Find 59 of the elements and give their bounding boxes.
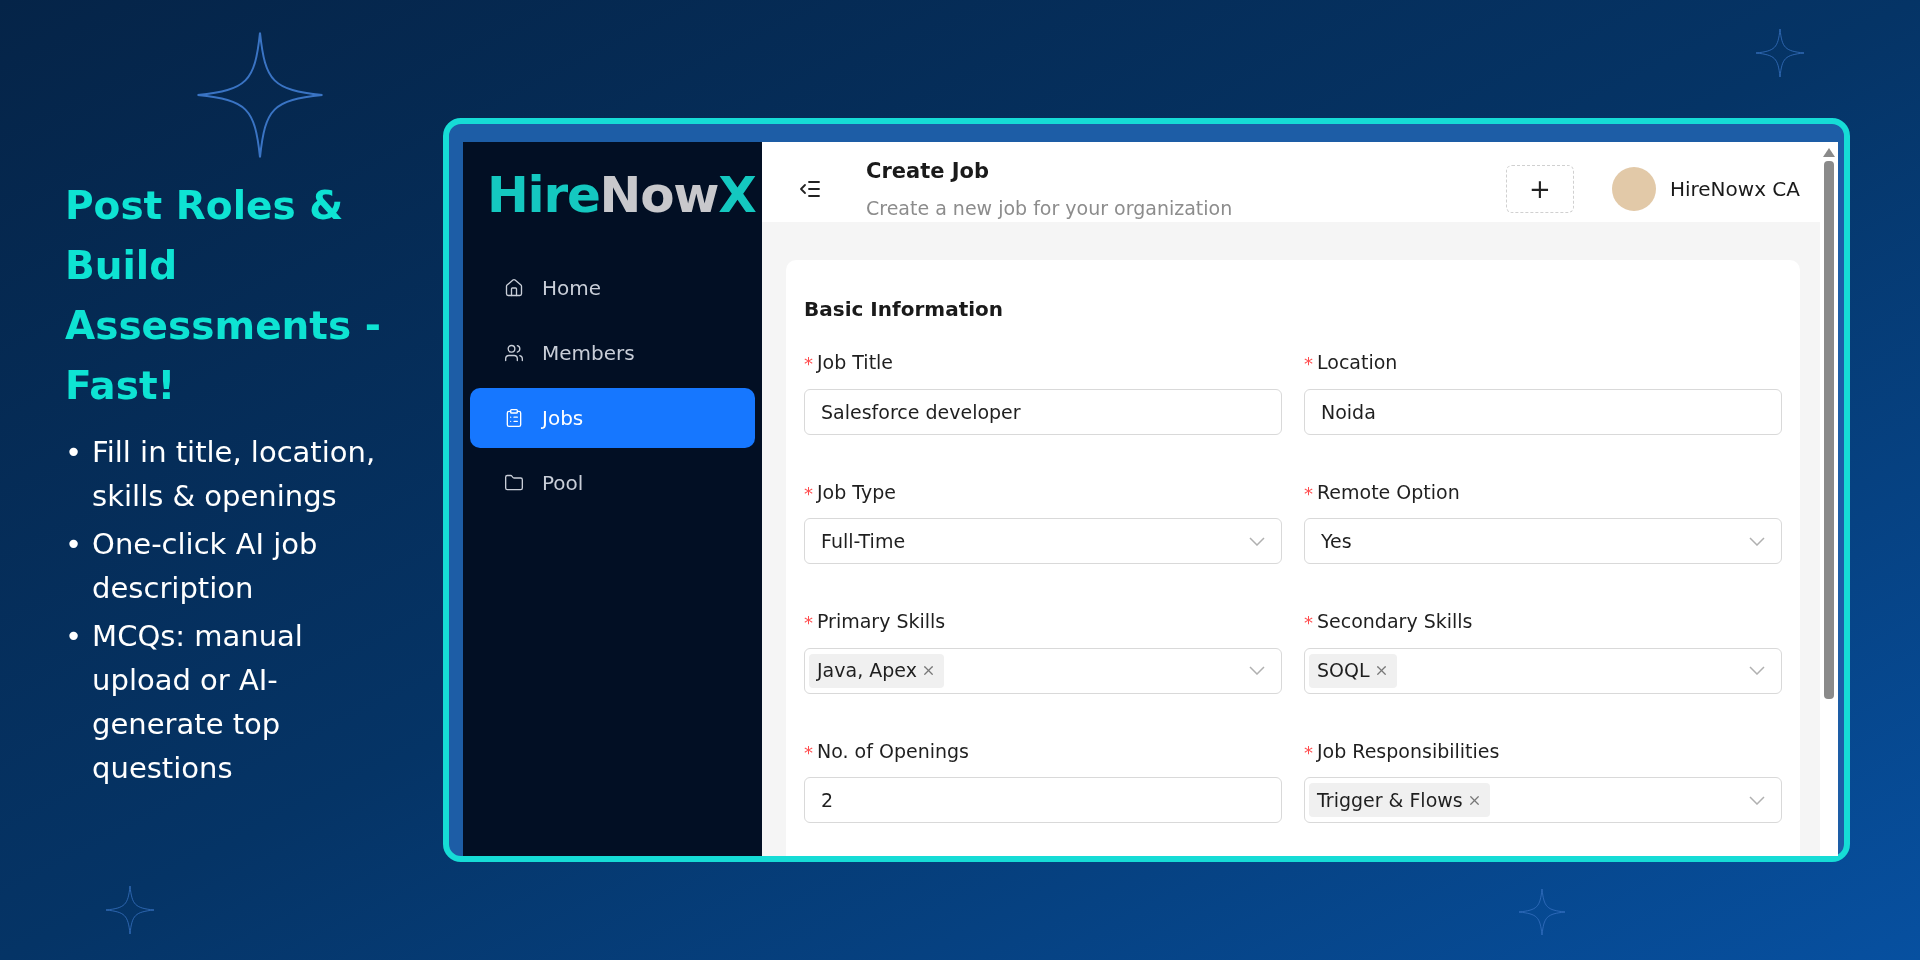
- chevron-down-icon: [1249, 536, 1265, 546]
- bullet-text: One-click AI job description: [92, 526, 319, 607]
- multi-select-field[interactable]: Java, Apex: [804, 647, 1282, 694]
- scrollbar-thumb[interactable]: [1824, 161, 1834, 699]
- skill-tag: Java, Apex: [809, 653, 944, 688]
- chevron-down-icon: [1249, 666, 1265, 675]
- bullet-text: MCQs: manual upload or AI-generate top questions: [92, 618, 304, 787]
- users-icon: [504, 343, 524, 363]
- logo: HireNowX: [486, 165, 755, 220]
- bullet-text: Fill in title, location, skills & openings: [92, 434, 377, 515]
- required-asterisk: *: [1304, 740, 1313, 762]
- sparkle-icon: [1755, 28, 1805, 78]
- promo-heading: Post Roles & Build Assessments - Fast!: [65, 182, 382, 410]
- multi-select-field[interactable]: Trigger & Flows: [1304, 777, 1782, 823]
- user-name: HireNowx CA: [1669, 176, 1800, 203]
- field-label: Primary Skills: [817, 609, 946, 634]
- folder-icon: [504, 473, 524, 493]
- required-asterisk: *: [1304, 352, 1313, 374]
- sparkle-icon: [105, 885, 155, 935]
- field-label: Remote Option: [1317, 479, 1460, 505]
- nav-item[interactable]: Members: [470, 323, 755, 383]
- chevron-down-icon: [1749, 795, 1765, 805]
- chevron-down-icon: [1749, 666, 1765, 675]
- text-input[interactable]: 2: [804, 777, 1282, 823]
- scroll-up-icon[interactable]: [1823, 148, 1835, 157]
- page-title: Create Job: [866, 158, 991, 185]
- bullet-icon: •: [65, 522, 83, 610]
- sparkle-icon: [195, 30, 325, 160]
- bullet-icon: •: [65, 430, 83, 518]
- home-icon: [504, 278, 524, 298]
- sparkle-icon: [1518, 888, 1566, 936]
- required-asterisk: *: [1304, 481, 1313, 503]
- required-asterisk: *: [804, 611, 813, 633]
- skill-tag: Trigger & Flows: [1309, 783, 1490, 817]
- field-label: Job Title: [817, 350, 894, 375]
- text-input[interactable]: Salesforce developer: [804, 388, 1282, 435]
- field-label: Location: [1317, 350, 1398, 375]
- required-asterisk: *: [804, 740, 813, 762]
- bullet-icon: •: [65, 614, 83, 790]
- required-asterisk: *: [804, 352, 813, 374]
- multi-select-field[interactable]: SOQL: [1304, 647, 1782, 694]
- nav-item[interactable]: Jobs: [470, 388, 755, 448]
- field-label: Secondary Skills: [1317, 609, 1473, 634]
- nav-item[interactable]: Pool: [470, 453, 755, 513]
- nav-item[interactable]: Home: [470, 258, 755, 318]
- section-title: Basic Information: [804, 296, 1005, 323]
- add-button[interactable]: +: [1505, 165, 1574, 213]
- text-input[interactable]: Noida: [1304, 388, 1782, 435]
- field-label: Job Responsibilities: [1317, 738, 1500, 764]
- required-asterisk: *: [804, 481, 813, 503]
- skill-tag: SOQL: [1309, 653, 1397, 688]
- clipboard-icon: [504, 408, 524, 428]
- required-asterisk: *: [1304, 611, 1313, 633]
- field-label: No. of Openings: [817, 738, 969, 764]
- select-field[interactable]: Full-Time: [804, 518, 1282, 564]
- chevron-down-icon: [1749, 536, 1765, 546]
- page-subtitle: Create a new job for your organization: [866, 195, 1233, 221]
- select-field[interactable]: Yes: [1304, 518, 1782, 564]
- field-label: Job Type: [817, 479, 896, 505]
